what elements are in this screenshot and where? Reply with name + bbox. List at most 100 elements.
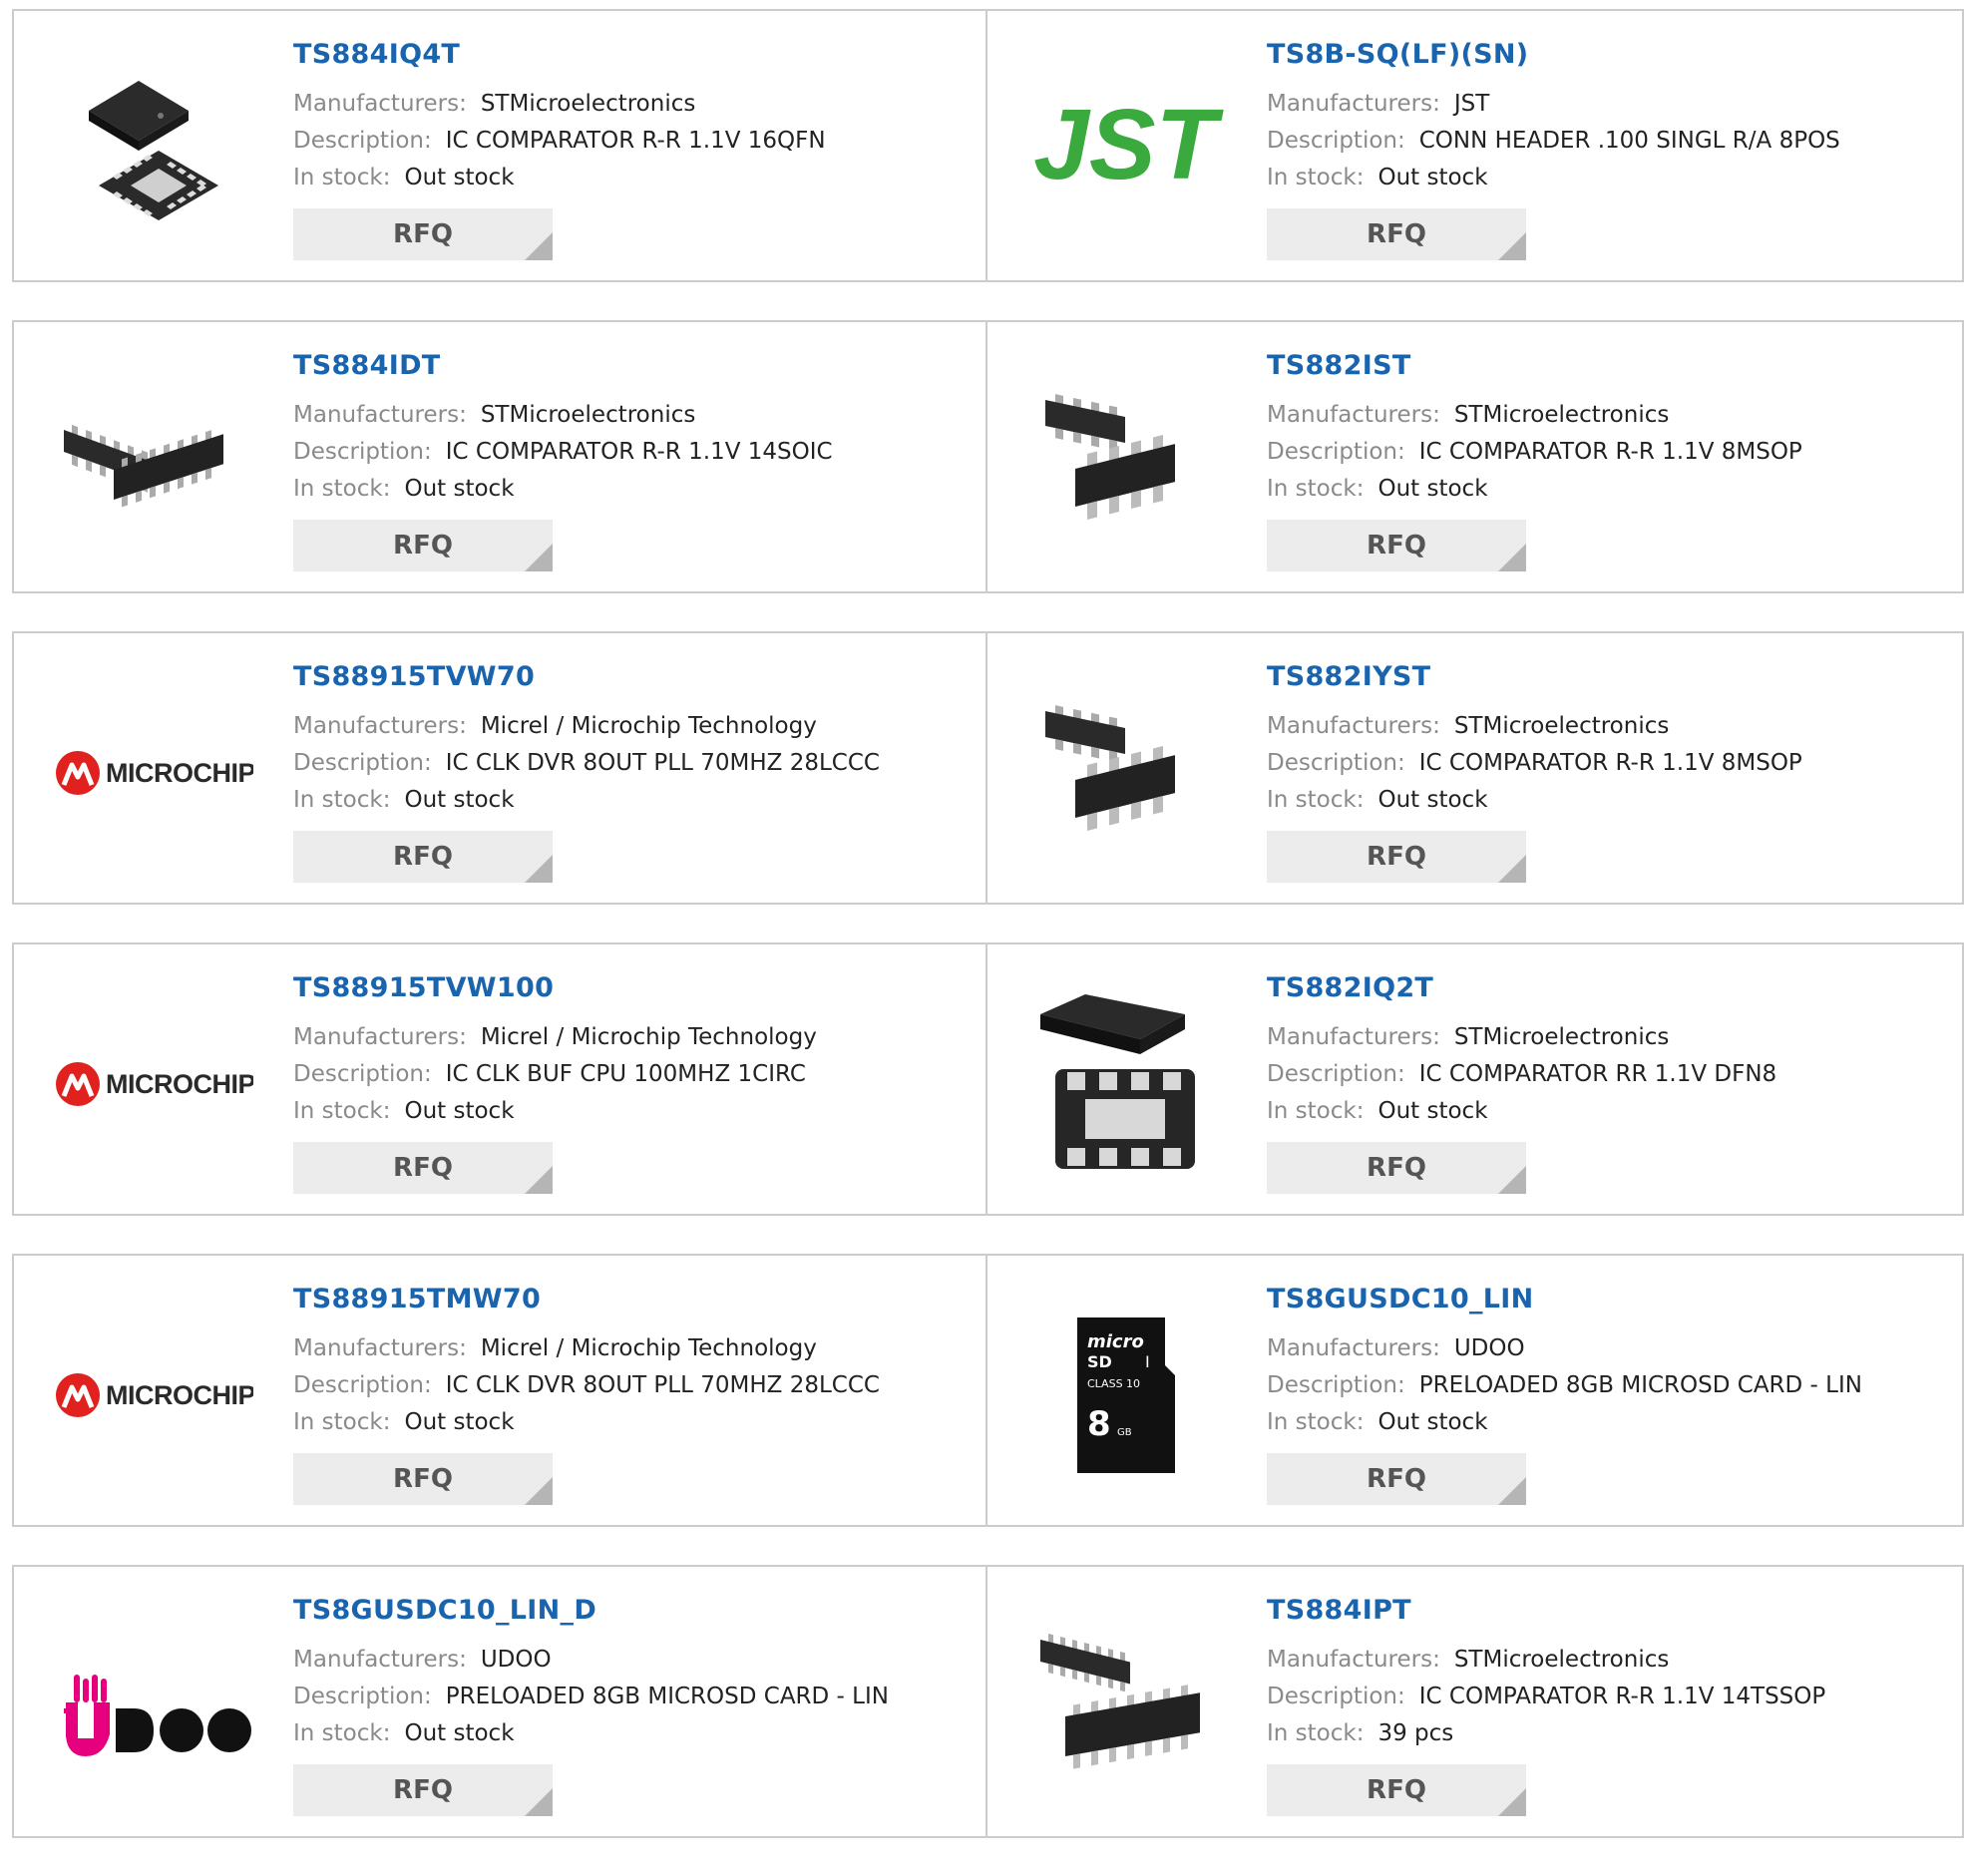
corner-triangle-icon bbox=[525, 1477, 553, 1505]
svg-text:I: I bbox=[1145, 1352, 1150, 1371]
stock-value: Out stock bbox=[404, 1098, 515, 1124]
svg-text:CLASS 10: CLASS 10 bbox=[1087, 1377, 1140, 1390]
microchip-logo[interactable]: MICROCHIP bbox=[54, 984, 253, 1184]
manufacturer-label: Manufacturers: bbox=[293, 91, 467, 117]
udoo-logo[interactable] bbox=[54, 1607, 253, 1806]
part-number-link[interactable]: TS8B-SQ(LF)(SN) bbox=[1267, 39, 1840, 70]
stock-line: In stock: Out stock bbox=[1267, 1093, 1776, 1130]
product-card: TS884IQ4T Manufacturers: STMicroelectroni… bbox=[12, 9, 987, 282]
product-info: TS8GUSDC10_LIN Manufacturers: UDOO Descri… bbox=[1267, 1284, 1862, 1505]
msop8-chip-icon[interactable] bbox=[1025, 673, 1225, 873]
stock-line: In stock: Out stock bbox=[293, 1715, 889, 1752]
part-number-link[interactable]: TS882IYST bbox=[1267, 661, 1802, 692]
description-value: IC COMPARATOR RR 1.1V DFN8 bbox=[1418, 1061, 1777, 1087]
svg-text:GB: GB bbox=[1117, 1427, 1132, 1438]
rfq-button[interactable]: RFQ bbox=[1267, 831, 1526, 883]
corner-triangle-icon bbox=[1498, 544, 1526, 571]
rfq-label: RFQ bbox=[1367, 1464, 1426, 1494]
manufacturer-label: Manufacturers: bbox=[293, 1647, 467, 1673]
jst-logo[interactable]: JST bbox=[1025, 51, 1225, 250]
microsd-card-icon[interactable]: micro SD I CLASS 10 8 GB bbox=[1025, 1296, 1225, 1495]
rfq-button[interactable]: RFQ bbox=[1267, 1142, 1526, 1194]
stock-label: In stock: bbox=[293, 1098, 391, 1124]
rfq-label: RFQ bbox=[393, 531, 453, 561]
manufacturer-line: Manufacturers: STMicroelectronics bbox=[293, 86, 826, 123]
microchip-logo[interactable]: MICROCHIP bbox=[54, 673, 253, 873]
product-row: TS884IDT Manufacturers: STMicroelectronic… bbox=[12, 320, 1964, 593]
corner-triangle-icon bbox=[1498, 1477, 1526, 1505]
manufacturer-label: Manufacturers: bbox=[1267, 91, 1440, 117]
part-number-link[interactable]: TS882IQ2T bbox=[1267, 972, 1776, 1003]
part-number-link[interactable]: TS884IPT bbox=[1267, 1595, 1825, 1626]
rfq-button[interactable]: RFQ bbox=[293, 1142, 553, 1194]
description-value: IC COMPARATOR R-R 1.1V 16QFN bbox=[445, 128, 826, 154]
product-card: TS882IQ2T Manufacturers: STMicroelectroni… bbox=[987, 942, 1964, 1216]
description-value: IC CLK DVR 8OUT PLL 70MHZ 28LCCC bbox=[445, 750, 880, 776]
description-label: Description: bbox=[293, 128, 432, 154]
stock-label: In stock: bbox=[293, 1720, 391, 1746]
stock-line: In stock: Out stock bbox=[1267, 471, 1802, 508]
msop8-chip-icon[interactable] bbox=[1025, 362, 1225, 562]
stock-line: In stock: Out stock bbox=[293, 471, 833, 508]
svg-text:MICROCHIP: MICROCHIP bbox=[106, 1069, 253, 1099]
description-label: Description: bbox=[1267, 1684, 1405, 1709]
rfq-button[interactable]: RFQ bbox=[1267, 208, 1526, 260]
tssop14-chip-icon[interactable] bbox=[1025, 1607, 1225, 1806]
soic14-chip-icon[interactable] bbox=[54, 362, 253, 562]
description-value: PRELOADED 8GB MICROSD CARD - LIN bbox=[1418, 1372, 1862, 1398]
part-number-link[interactable]: TS8GUSDC10_LIN_D bbox=[293, 1595, 889, 1626]
product-info: TS884IQ4T Manufacturers: STMicroelectroni… bbox=[293, 39, 826, 260]
rfq-button[interactable]: RFQ bbox=[1267, 520, 1526, 571]
rfq-button[interactable]: RFQ bbox=[293, 208, 553, 260]
manufacturer-line: Manufacturers: STMicroelectronics bbox=[293, 397, 833, 434]
description-value: IC COMPARATOR R-R 1.1V 8MSOP bbox=[1418, 439, 1802, 465]
rfq-button[interactable]: RFQ bbox=[1267, 1764, 1526, 1816]
svg-text:micro: micro bbox=[1087, 1331, 1144, 1352]
product-card: TS884IDT Manufacturers: STMicroelectronic… bbox=[12, 320, 987, 593]
manufacturer-value: STMicroelectronics bbox=[480, 91, 696, 117]
rfq-button[interactable]: RFQ bbox=[293, 520, 553, 571]
manufacturer-value: STMicroelectronics bbox=[1453, 1024, 1670, 1050]
dfn8-chip-icon[interactable] bbox=[1025, 984, 1225, 1184]
stock-label: In stock: bbox=[293, 476, 391, 502]
description-line: Description: CONN HEADER .100 SINGL R/A 8… bbox=[1267, 123, 1840, 160]
stock-line: In stock: Out stock bbox=[293, 1093, 817, 1130]
stock-line: In stock: Out stock bbox=[1267, 1404, 1862, 1441]
corner-triangle-icon bbox=[1498, 855, 1526, 883]
product-info: TS884IPT Manufacturers: STMicroelectronic… bbox=[1267, 1595, 1825, 1816]
stock-line: In stock: 39 pcs bbox=[1267, 1715, 1825, 1752]
manufacturer-line: Manufacturers: STMicroelectronics bbox=[1267, 1642, 1825, 1679]
part-number-link[interactable]: TS884IQ4T bbox=[293, 39, 826, 70]
product-card: TS882IYST Manufacturers: STMicroelectroni… bbox=[987, 631, 1964, 905]
description-label: Description: bbox=[1267, 439, 1405, 465]
product-info: TS88915TVW100 Manufacturers: Micrel / Mic… bbox=[293, 972, 817, 1194]
manufacturer-line: Manufacturers: STMicroelectronics bbox=[1267, 1019, 1776, 1056]
rfq-button[interactable]: RFQ bbox=[293, 1453, 553, 1505]
rfq-button[interactable]: RFQ bbox=[293, 831, 553, 883]
part-number-link[interactable]: TS88915TVW100 bbox=[293, 972, 817, 1003]
rfq-label: RFQ bbox=[393, 1775, 453, 1805]
stock-value: Out stock bbox=[404, 1720, 515, 1746]
product-row: TS884IQ4T Manufacturers: STMicroelectroni… bbox=[12, 9, 1964, 282]
part-number-link[interactable]: TS88915TVW70 bbox=[293, 661, 880, 692]
stock-value: 39 pcs bbox=[1377, 1720, 1454, 1746]
qfn16-chip-icon[interactable] bbox=[54, 51, 253, 250]
manufacturer-line: Manufacturers: Micrel / Microchip Technol… bbox=[293, 1019, 817, 1056]
product-card: TS882IST Manufacturers: STMicroelectronic… bbox=[987, 320, 1964, 593]
manufacturer-value: UDOO bbox=[480, 1647, 552, 1673]
stock-value: Out stock bbox=[404, 787, 515, 813]
manufacturer-label: Manufacturers: bbox=[293, 1335, 467, 1361]
product-info: TS88915TMW70 Manufacturers: Micrel / Micr… bbox=[293, 1284, 880, 1505]
part-number-link[interactable]: TS882IST bbox=[1267, 350, 1802, 381]
part-number-link[interactable]: TS8GUSDC10_LIN bbox=[1267, 1284, 1862, 1314]
rfq-button[interactable]: RFQ bbox=[293, 1764, 553, 1816]
microchip-logo[interactable]: MICROCHIP bbox=[54, 1296, 253, 1495]
manufacturer-label: Manufacturers: bbox=[293, 1024, 467, 1050]
stock-label: In stock: bbox=[1267, 1409, 1365, 1435]
part-number-link[interactable]: TS884IDT bbox=[293, 350, 833, 381]
stock-line: In stock: Out stock bbox=[1267, 160, 1840, 196]
description-line: Description: IC CLK BUF CPU 100MHZ 1CIRC bbox=[293, 1056, 817, 1093]
rfq-button[interactable]: RFQ bbox=[1267, 1453, 1526, 1505]
description-label: Description: bbox=[1267, 750, 1405, 776]
part-number-link[interactable]: TS88915TMW70 bbox=[293, 1284, 880, 1314]
